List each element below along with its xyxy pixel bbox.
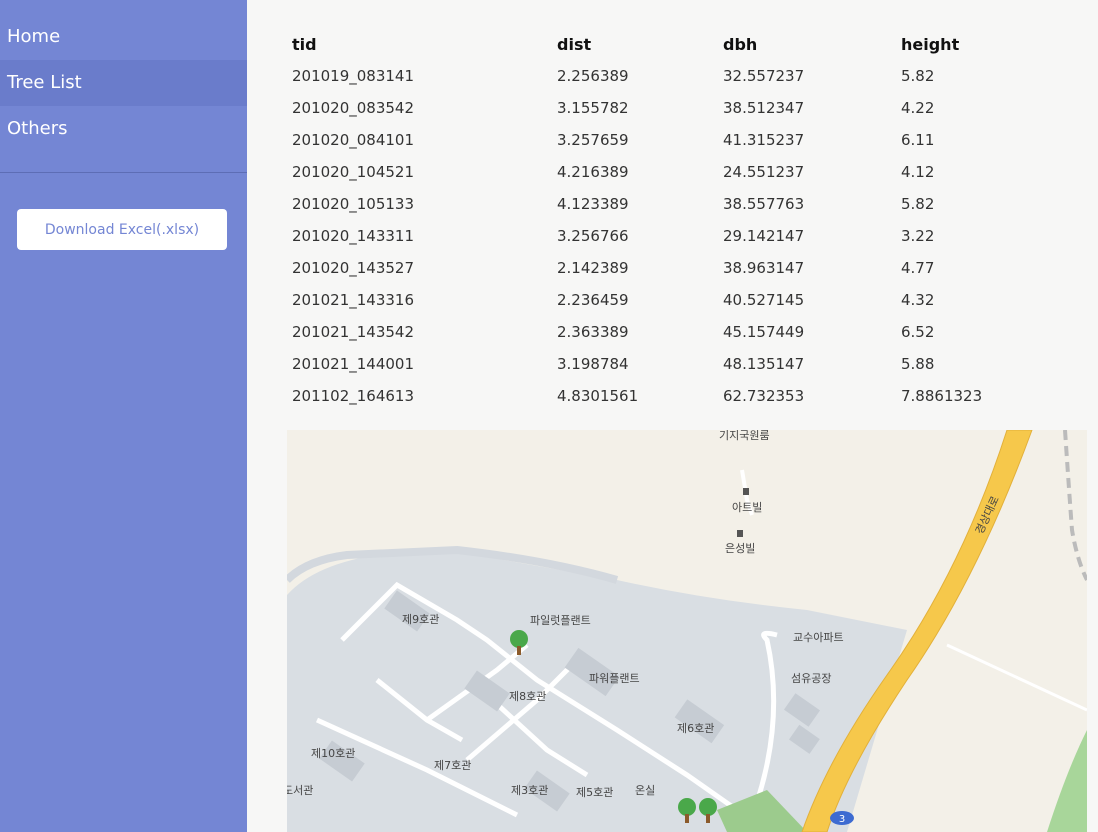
table-header-row: tid dist dbh height bbox=[292, 28, 1031, 60]
cell-dbh: 32.557237 bbox=[723, 67, 805, 85]
cell-dist: 3.256766 bbox=[557, 227, 629, 245]
cell-height: 4.12 bbox=[901, 163, 935, 181]
cell-dbh: 38.557763 bbox=[723, 195, 805, 213]
nav-home[interactable]: Home bbox=[0, 14, 247, 60]
cell-tid: 201020_084101 bbox=[292, 131, 415, 149]
table-row[interactable]: 201021_143316 2.236459 40.527145 4.32 bbox=[292, 284, 1031, 316]
cell-tid: 201020_104521 bbox=[292, 163, 415, 181]
cell-tid: 201021_144001 bbox=[292, 355, 415, 373]
tree-table: tid dist dbh height 201019_083141 2.2563… bbox=[292, 28, 1031, 412]
table-row[interactable]: 201020_084101 3.257659 41.315237 6.11 bbox=[292, 124, 1031, 156]
cell-dbh: 40.527145 bbox=[723, 291, 805, 309]
label-library: 도서관 bbox=[287, 784, 313, 797]
building-pin-icon bbox=[737, 530, 743, 537]
label-hall3: 제3호관 bbox=[511, 784, 548, 797]
label-power: 파워플랜트 bbox=[589, 672, 640, 685]
header-dist: dist bbox=[557, 34, 592, 54]
label-hall10: 제10호관 bbox=[311, 747, 355, 760]
label-hall6: 제6호관 bbox=[677, 722, 714, 735]
cell-height: 5.82 bbox=[901, 67, 935, 85]
cell-height: 5.82 bbox=[901, 195, 935, 213]
sidebar-divider bbox=[0, 172, 247, 173]
header-tid: tid bbox=[292, 34, 317, 54]
tree-map[interactable]: 3 기지국원룸 아트빌 은성빌 제9호관 파일럿플랜트 교수아파트 파워플랜트 … bbox=[287, 430, 1087, 832]
cell-height: 3.22 bbox=[901, 227, 935, 245]
cell-dist: 2.142389 bbox=[557, 259, 629, 277]
cell-dbh: 62.732353 bbox=[723, 387, 805, 405]
cell-height: 6.11 bbox=[901, 131, 935, 149]
cell-tid: 201020_143527 bbox=[292, 259, 415, 277]
download-excel-button[interactable]: Download Excel(.xlsx) bbox=[17, 209, 227, 250]
nav-tree-list[interactable]: Tree List bbox=[0, 60, 247, 106]
label-hall9: 제9호관 bbox=[402, 613, 439, 626]
label-eunseong: 은성빌 bbox=[725, 542, 755, 555]
table-row[interactable]: 201021_143542 2.363389 45.157449 6.52 bbox=[292, 316, 1031, 348]
cell-tid: 201021_143542 bbox=[292, 323, 415, 341]
cell-height: 4.32 bbox=[901, 291, 935, 309]
cell-dist: 4.216389 bbox=[557, 163, 629, 181]
label-greenhouse: 온실 bbox=[635, 784, 655, 797]
cell-tid: 201020_083542 bbox=[292, 99, 415, 117]
nav-others[interactable]: Others bbox=[0, 106, 247, 152]
header-dbh: dbh bbox=[723, 34, 758, 54]
table-row[interactable]: 201019_083141 2.256389 32.557237 5.82 bbox=[292, 60, 1031, 92]
cell-dbh: 38.512347 bbox=[723, 99, 805, 117]
map-canvas: 3 기지국원룸 아트빌 은성빌 제9호관 파일럿플랜트 교수아파트 파워플랜트 … bbox=[287, 430, 1087, 832]
cell-dist: 2.236459 bbox=[557, 291, 629, 309]
building-pin-icon bbox=[743, 488, 749, 495]
cell-dbh: 24.551237 bbox=[723, 163, 805, 181]
cell-tid: 201020_105133 bbox=[292, 195, 415, 213]
table-row[interactable]: 201020_104521 4.216389 24.551237 4.12 bbox=[292, 156, 1031, 188]
label-gijiguk: 기지국원룸 bbox=[719, 430, 770, 442]
label-hall7: 제7호관 bbox=[434, 759, 471, 772]
table-row[interactable]: 201102_164613 4.8301561 62.732353 7.8861… bbox=[292, 380, 1031, 412]
cell-dist: 3.198784 bbox=[557, 355, 629, 373]
cell-tid: 201019_083141 bbox=[292, 67, 415, 85]
cell-height: 6.52 bbox=[901, 323, 935, 341]
label-art: 아트빌 bbox=[732, 501, 762, 514]
sidebar: Home Tree List Others Download Excel(.xl… bbox=[0, 0, 247, 832]
cell-height: 4.22 bbox=[901, 99, 935, 117]
cell-dist: 4.123389 bbox=[557, 195, 629, 213]
cell-dist: 3.155782 bbox=[557, 99, 629, 117]
label-hall8: 제8호관 bbox=[509, 690, 546, 703]
cell-dbh: 45.157449 bbox=[723, 323, 805, 341]
cell-dist: 4.8301561 bbox=[557, 387, 639, 405]
cell-dbh: 29.142147 bbox=[723, 227, 805, 245]
label-faculty: 교수아파트 bbox=[793, 631, 844, 644]
cell-tid: 201102_164613 bbox=[292, 387, 415, 405]
cell-dbh: 38.963147 bbox=[723, 259, 805, 277]
cell-tid: 201020_143311 bbox=[292, 227, 415, 245]
label-textile: 섬유공장 bbox=[791, 672, 831, 685]
label-hall5: 제5호관 bbox=[576, 786, 613, 799]
cell-height: 7.8861323 bbox=[901, 387, 983, 405]
cell-dbh: 41.315237 bbox=[723, 131, 805, 149]
header-height: height bbox=[901, 34, 960, 54]
table-row[interactable]: 201020_105133 4.123389 38.557763 5.82 bbox=[292, 188, 1031, 220]
cell-height: 4.77 bbox=[901, 259, 935, 277]
table-row[interactable]: 201020_083542 3.155782 38.512347 4.22 bbox=[292, 92, 1031, 124]
route-number: 3 bbox=[839, 814, 845, 825]
cell-dist: 2.256389 bbox=[557, 67, 629, 85]
cell-dbh: 48.135147 bbox=[723, 355, 805, 373]
cell-dist: 3.257659 bbox=[557, 131, 629, 149]
cell-tid: 201021_143316 bbox=[292, 291, 415, 309]
table-row[interactable]: 201020_143527 2.142389 38.963147 4.77 bbox=[292, 252, 1031, 284]
table-row[interactable]: 201021_144001 3.198784 48.135147 5.88 bbox=[292, 348, 1031, 380]
cell-dist: 2.363389 bbox=[557, 323, 629, 341]
label-pilot: 파일럿플랜트 bbox=[530, 613, 591, 627]
table-row[interactable]: 201020_143311 3.256766 29.142147 3.22 bbox=[292, 220, 1031, 252]
cell-height: 5.88 bbox=[901, 355, 935, 373]
